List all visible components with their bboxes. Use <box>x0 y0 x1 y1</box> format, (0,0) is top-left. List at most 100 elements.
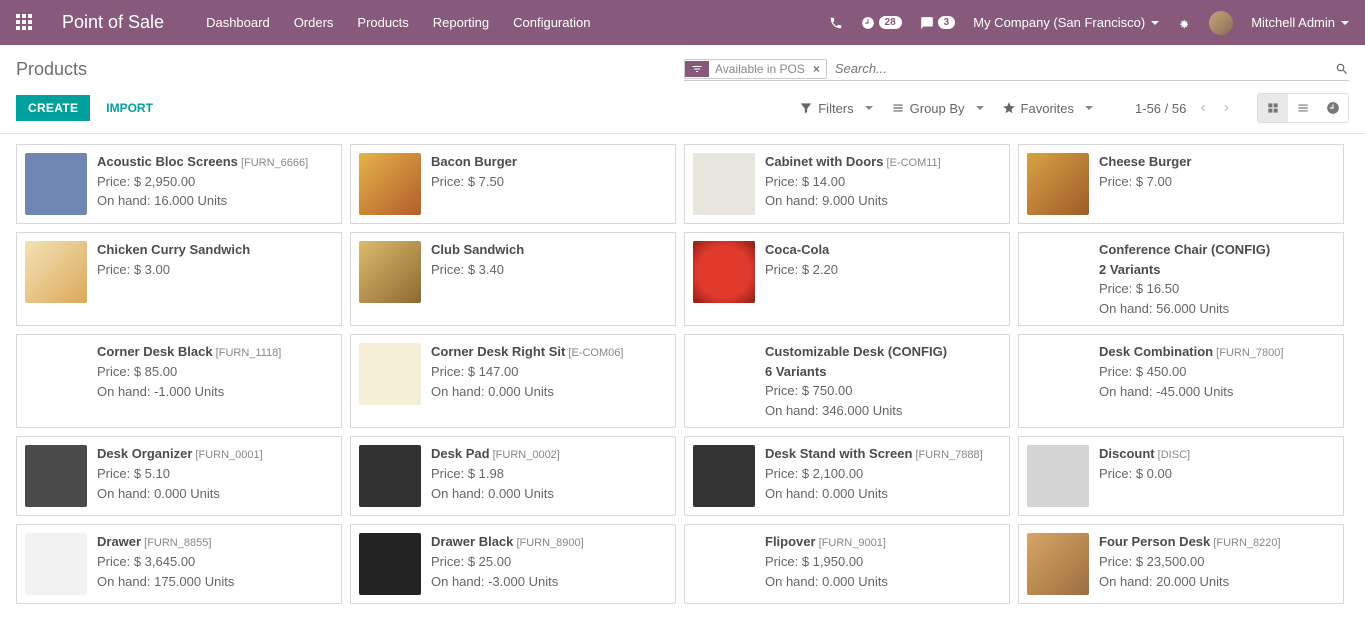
product-card[interactable]: Customizable Desk (CONFIG)6 VariantsPric… <box>684 334 1010 428</box>
product-code: [FURN_7800] <box>1213 347 1283 359</box>
list-icon <box>891 101 905 115</box>
product-code: [E-COM11] <box>883 157 940 169</box>
view-list[interactable] <box>1288 94 1318 122</box>
product-thumb <box>359 241 421 303</box>
product-code: [FURN_8900] <box>513 537 583 549</box>
product-onhand: On hand: 346.000 Units <box>765 402 947 420</box>
product-name: Acoustic Bloc Screens <box>97 154 238 169</box>
activities-count: 28 <box>879 16 902 29</box>
product-thumb <box>1027 241 1089 303</box>
view-activity[interactable] <box>1318 94 1348 122</box>
user-avatar[interactable] <box>1209 11 1233 35</box>
product-card[interactable]: Cabinet with Doors [E-COM11]Price: $ 14.… <box>684 144 1010 224</box>
product-code: [FURN_9001] <box>816 537 886 549</box>
filters-dropdown[interactable]: Filters <box>799 101 872 116</box>
product-name: Desk Combination <box>1099 344 1213 359</box>
product-thumb <box>25 533 87 595</box>
nav-products[interactable]: Products <box>345 15 420 30</box>
product-name: Cheese Burger <box>1099 154 1191 169</box>
product-thumb <box>359 533 421 595</box>
product-price: Price: $ 450.00 <box>1099 363 1283 381</box>
groupby-dropdown[interactable]: Group By <box>891 101 984 116</box>
product-thumb <box>359 343 421 405</box>
product-card[interactable]: Desk Organizer [FURN_0001]Price: $ 5.10O… <box>16 436 342 516</box>
favorites-dropdown[interactable]: Favorites <box>1002 101 1093 116</box>
search-bar[interactable]: Available in POS × <box>684 57 1349 81</box>
product-name: Discount <box>1099 446 1155 461</box>
product-price: Price: $ 7.50 <box>431 173 517 191</box>
product-card[interactable]: Desk Stand with Screen [FURN_7888]Price:… <box>684 436 1010 516</box>
nav-dashboard[interactable]: Dashboard <box>194 15 282 30</box>
create-button[interactable]: CREATE <box>16 95 90 121</box>
product-name: Corner Desk Right Sit <box>431 344 565 359</box>
kanban-view: Acoustic Bloc Screens [FURN_6666] Price: … <box>0 134 1365 622</box>
product-card[interactable]: Desk Combination [FURN_7800] Price: $ 450… <box>1018 334 1344 428</box>
product-thumb <box>1027 343 1089 405</box>
product-code: [E-COM06] <box>565 347 623 359</box>
product-name: Bacon Burger <box>431 154 517 169</box>
nav-configuration[interactable]: Configuration <box>501 15 602 30</box>
product-name: Customizable Desk (CONFIG) <box>765 344 947 359</box>
product-card[interactable]: Drawer Black [FURN_8900]Price: $ 25.00On… <box>350 524 676 604</box>
product-card[interactable]: Four Person Desk [FURN_8220]Price: $ 23,… <box>1018 524 1344 604</box>
activities-icon[interactable]: 28 <box>861 16 902 30</box>
product-price: Price: $ 5.10 <box>97 465 263 483</box>
product-card[interactable]: Desk Pad [FURN_0002]Price: $ 1.98On hand… <box>350 436 676 516</box>
nav-reporting[interactable]: Reporting <box>421 15 501 30</box>
product-onhand: On hand: 16.000 Units <box>97 192 308 210</box>
search-input[interactable] <box>827 57 1327 80</box>
product-onhand: On hand: 0.000 Units <box>97 485 263 503</box>
product-onhand: On hand: -3.000 Units <box>431 573 584 591</box>
filter-icon <box>685 61 709 77</box>
discuss-icon[interactable]: 3 <box>920 16 956 30</box>
pager-value[interactable]: 1-56 / 56 <box>1135 101 1186 116</box>
product-thumb <box>693 343 755 405</box>
product-card[interactable]: Coca-ColaPrice: $ 2.20 <box>684 232 1010 326</box>
pager-prev[interactable]: ‹ <box>1196 95 1209 121</box>
product-card[interactable]: Corner Desk Right Sit [E-COM06]Price: $ … <box>350 334 676 428</box>
app-brand[interactable]: Point of Sale <box>62 12 164 33</box>
product-name: Chicken Curry Sandwich <box>97 242 250 257</box>
product-thumb <box>693 533 755 595</box>
product-price: Price: $ 3.40 <box>431 261 524 279</box>
view-kanban[interactable] <box>1258 94 1288 122</box>
import-button[interactable]: IMPORT <box>94 95 165 121</box>
product-price: Price: $ 85.00 <box>97 363 281 381</box>
pager-next[interactable]: › <box>1220 95 1233 121</box>
control-panel-top: Products Available in POS × <box>0 45 1365 87</box>
product-name: Coca-Cola <box>765 242 829 257</box>
product-card[interactable]: Cheese BurgerPrice: $ 7.00 <box>1018 144 1344 224</box>
product-card[interactable]: Acoustic Bloc Screens [FURN_6666]Price: … <box>16 144 342 224</box>
product-onhand: On hand: 20.000 Units <box>1099 573 1281 591</box>
search-icon[interactable] <box>1335 61 1349 77</box>
product-card[interactable]: Chicken Curry Sandwich Price: $ 3.00 <box>16 232 342 326</box>
product-price: Price: $ 14.00 <box>765 173 941 191</box>
pager: 1-56 / 56 ‹ › <box>1135 95 1233 121</box>
debug-icon[interactable] <box>1177 16 1191 30</box>
product-card[interactable]: Drawer [FURN_8855]Price: $ 3,645.00On ha… <box>16 524 342 604</box>
product-card[interactable]: Conference Chair (CONFIG)2 VariantsPrice… <box>1018 232 1344 326</box>
product-price: Price: $ 1.98 <box>431 465 560 483</box>
user-menu[interactable]: Mitchell Admin <box>1251 15 1349 30</box>
product-name: Flipover <box>765 534 816 549</box>
nav-orders[interactable]: Orders <box>282 15 346 30</box>
product-price: Price: $ 3.00 <box>97 261 250 279</box>
product-card[interactable]: Flipover [FURN_9001]Price: $ 1,950.00On … <box>684 524 1010 604</box>
product-card[interactable]: Corner Desk Black [FURN_1118]Price: $ 85… <box>16 334 342 428</box>
product-price: Price: $ 2,100.00 <box>765 465 983 483</box>
phone-icon[interactable] <box>829 16 843 30</box>
groupby-label: Group By <box>910 101 965 116</box>
discuss-count: 3 <box>938 16 956 29</box>
product-thumb <box>359 153 421 215</box>
facet-remove[interactable]: × <box>811 62 826 76</box>
product-card[interactable]: Bacon Burger Price: $ 7.50 <box>350 144 676 224</box>
product-code: [FURN_8855] <box>141 537 211 549</box>
product-card[interactable]: Club SandwichPrice: $ 3.40 <box>350 232 676 326</box>
product-name: Desk Stand with Screen <box>765 446 912 461</box>
product-onhand: On hand: 0.000 Units <box>431 383 623 401</box>
product-code: [FURN_6666] <box>238 157 308 169</box>
company-switcher[interactable]: My Company (San Francisco) <box>973 15 1159 30</box>
product-card[interactable]: Discount [DISC]Price: $ 0.00 <box>1018 436 1344 516</box>
apps-icon[interactable] <box>16 14 34 32</box>
product-onhand: On hand: 0.000 Units <box>765 573 888 591</box>
